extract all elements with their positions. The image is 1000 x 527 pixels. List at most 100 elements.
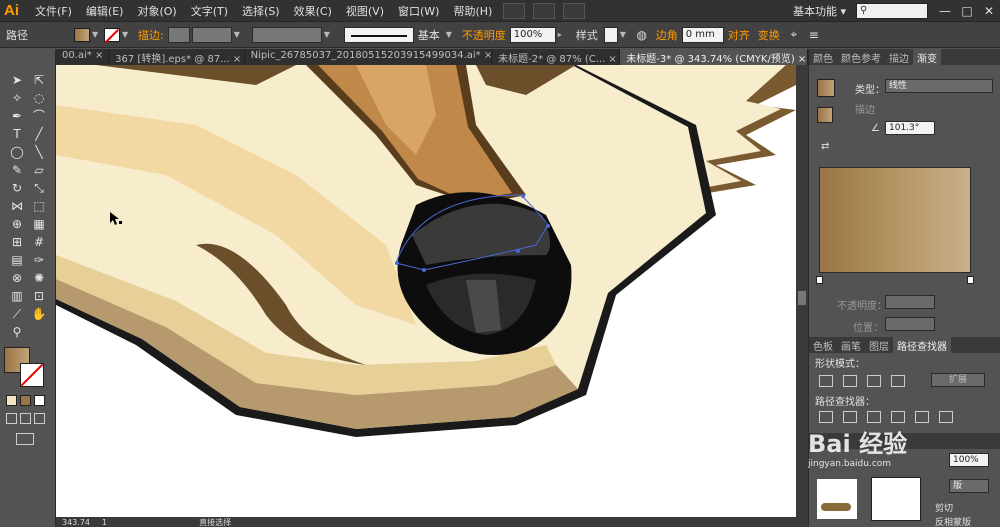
minus-back-icon[interactable]: [939, 411, 953, 423]
tab-brushes[interactable]: 画笔: [837, 337, 865, 353]
style-swatch[interactable]: [603, 26, 618, 43]
crop-icon[interactable]: [891, 411, 905, 423]
tab-color-guide[interactable]: 颜色参考: [837, 49, 885, 65]
blend-tool-icon[interactable]: ⊗: [6, 269, 28, 287]
draw-inside-button[interactable]: [34, 413, 45, 424]
exclude-icon[interactable]: [891, 375, 905, 387]
width-tool-icon[interactable]: ⋈: [6, 197, 28, 215]
doc-tab[interactable]: 00.ai* ×: [56, 49, 110, 65]
maximize-button[interactable]: □: [956, 4, 978, 18]
corner-field[interactable]: 0 mm: [681, 26, 724, 43]
menu-help[interactable]: 帮助(H): [446, 3, 499, 19]
pen-tool-icon[interactable]: ✒: [6, 107, 28, 125]
doc-tab[interactable]: 未标题-2* @ 87% (C... ×: [492, 49, 621, 65]
workspace-switcher[interactable]: 基本功能 ▾: [789, 3, 850, 19]
stroke-swatch[interactable]: [104, 27, 120, 43]
live-paint-tool-icon[interactable]: ▦: [28, 215, 50, 233]
doc-tab[interactable]: Nipic_26785037_20180515203915499034.ai* …: [245, 49, 493, 65]
rotate-tool-icon[interactable]: ↻: [6, 179, 28, 197]
curvature-tool-icon[interactable]: ⌒: [28, 107, 50, 125]
opacity-field[interactable]: 100%: [509, 26, 556, 43]
none-mode-button[interactable]: [34, 395, 45, 406]
chevron-down-icon[interactable]: ▼: [446, 28, 456, 42]
lasso-tool-icon[interactable]: ◌: [28, 89, 50, 107]
fill-stroke-control[interactable]: [4, 347, 48, 391]
eyedropper-tool-icon[interactable]: ✑: [28, 251, 50, 269]
menu-view[interactable]: 视图(V): [339, 3, 391, 19]
merge-icon[interactable]: [867, 411, 881, 423]
chevron-down-icon[interactable]: ▼: [620, 28, 630, 42]
menu-object[interactable]: 对象(O): [130, 3, 183, 19]
color-mode-button[interactable]: [6, 395, 17, 406]
direct-selection-tool-icon[interactable]: ⇱: [28, 71, 50, 89]
column-graph-tool-icon[interactable]: ▥: [6, 287, 28, 305]
perspective-grid-tool-icon[interactable]: ⊞: [6, 233, 28, 251]
position-field[interactable]: [885, 317, 935, 331]
menu-window[interactable]: 窗口(W): [391, 3, 446, 19]
chevron-down-icon[interactable]: ▼: [92, 28, 102, 42]
free-transform-tool-icon[interactable]: ⬚: [28, 197, 50, 215]
trim-icon[interactable]: [843, 411, 857, 423]
symbol-sprayer-tool-icon[interactable]: ✺: [28, 269, 50, 287]
gpu-performance-button[interactable]: [563, 2, 586, 19]
chevron-down-icon[interactable]: ▼: [324, 28, 334, 42]
magic-wand-tool-icon[interactable]: ✧: [6, 89, 28, 107]
hand-tool-icon[interactable]: ✋: [28, 305, 50, 323]
type-tool-icon[interactable]: T: [6, 125, 28, 143]
divide-icon[interactable]: [819, 411, 833, 423]
transform-link[interactable]: 变换: [754, 27, 784, 43]
slice-tool-icon[interactable]: ⟋: [6, 305, 28, 323]
scrollbar-thumb[interactable]: [798, 291, 806, 305]
vertical-scrollbar[interactable]: [796, 65, 808, 517]
outline-icon[interactable]: [915, 411, 929, 423]
gradient-type-select[interactable]: 线性: [885, 79, 993, 93]
chevron-right-icon[interactable]: ▸: [558, 28, 568, 42]
opacity-field[interactable]: [885, 295, 935, 309]
gradient-thumbnail[interactable]: [817, 79, 835, 97]
tab-color[interactable]: 颜色: [809, 49, 837, 65]
gradient-mode-button[interactable]: [20, 395, 31, 406]
gradient-preview[interactable]: [819, 167, 971, 273]
tab-gradient[interactable]: 渐变: [913, 49, 941, 65]
close-button[interactable]: ✕: [978, 4, 1000, 18]
unite-icon[interactable]: [819, 375, 833, 387]
menu-file[interactable]: 文件(F): [28, 3, 79, 19]
artboard-number[interactable]: 1: [96, 518, 113, 527]
panel-menu-icon[interactable]: ≡: [804, 28, 824, 42]
doc-tab[interactable]: 367 [转换].eps* @ 87... ×: [109, 49, 245, 65]
align-link[interactable]: 对齐: [724, 27, 754, 43]
tab-swatches[interactable]: 色板: [809, 337, 837, 353]
isolate-icon[interactable]: ⌖: [784, 27, 804, 42]
stroke-color-box[interactable]: [20, 363, 44, 387]
brush-definition-field[interactable]: [343, 26, 414, 43]
variable-width-field[interactable]: [251, 26, 322, 43]
chevron-down-icon[interactable]: ▼: [122, 28, 132, 42]
artboard-tool-icon[interactable]: ⊡: [28, 287, 50, 305]
menu-edit[interactable]: 编辑(E): [79, 3, 131, 19]
stroke-weight-field[interactable]: [191, 26, 232, 43]
line-tool-icon[interactable]: ╱: [28, 125, 50, 143]
tab-pathfinder[interactable]: 路径查找器: [893, 337, 951, 353]
opacity-label[interactable]: 不透明度: [458, 27, 510, 43]
gradient-stroke-thumbnail[interactable]: [817, 107, 833, 123]
screen-mode-button[interactable]: [16, 433, 34, 445]
minus-front-icon[interactable]: [843, 375, 857, 387]
tab-layers[interactable]: 图层: [865, 337, 893, 353]
recolor-icon[interactable]: ◍: [632, 28, 652, 42]
menu-select[interactable]: 选择(S): [235, 3, 287, 19]
gradient-tool-icon[interactable]: ▤: [6, 251, 28, 269]
mesh-tool-icon[interactable]: #: [28, 233, 50, 251]
angle-field[interactable]: 101.3°: [885, 121, 935, 135]
doc-tab-active[interactable]: 未标题-3* @ 343.74% (CMYK/预览) ×: [620, 49, 808, 65]
fill-swatch[interactable]: [74, 27, 90, 42]
zoom-tool-icon[interactable]: ⚲: [6, 323, 28, 341]
chevron-down-icon[interactable]: ▼: [234, 28, 244, 42]
tab-stroke[interactable]: 描边: [885, 49, 913, 65]
mask-thumbnail[interactable]: [817, 479, 857, 519]
paintbrush-tool-icon[interactable]: ╲: [28, 143, 50, 161]
stroke-label[interactable]: 描边:: [134, 27, 168, 43]
make-mask-button[interactable]: 版: [949, 479, 989, 493]
draw-normal-button[interactable]: [6, 413, 17, 424]
menu-type[interactable]: 文字(T): [184, 3, 235, 19]
scale-tool-icon[interactable]: ⤡: [28, 179, 50, 197]
